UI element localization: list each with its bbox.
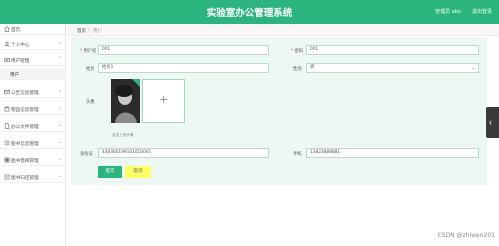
upload-hint: 点击上传头像 <box>112 133 134 137</box>
sidebar-item-items[interactable]: 物品信息管理 ⌄ <box>0 104 66 115</box>
chevron-down-icon: ⌄ <box>57 88 62 94</box>
current-user[interactable]: 管理员 abo <box>435 8 461 15</box>
chevron-down-icon: ⌄ <box>57 40 62 46</box>
logout-link[interactable]: 退出登录 <box>472 8 492 15</box>
return-icon <box>4 174 10 180</box>
sidebar-item-label: 图书归还管理 <box>11 176 39 181</box>
notice-icon <box>4 89 10 95</box>
sidebar-item-return[interactable]: 图书归还管理 ⌄ <box>0 172 66 183</box>
account-field[interactable]: 001 <box>98 45 269 55</box>
submit-button[interactable]: 提交 <box>98 166 122 178</box>
sidebar-item-label: 用户 <box>10 73 20 78</box>
collapse-tab[interactable]: ‹ <box>486 107 499 138</box>
sidebar-item-books[interactable]: 图书信息管理 ⌄ <box>0 138 66 149</box>
sidebar-item-label: 公告信息管理 <box>11 91 39 96</box>
sidebar-item-files[interactable]: 办公文件管理 ⌄ <box>0 121 66 132</box>
sidebar-item-label: 首页 <box>11 28 21 33</box>
sidebar-item-profile[interactable]: 个人中心 ⌄ <box>0 39 66 50</box>
breadcrumb-separator: / <box>88 28 90 33</box>
id-card-field[interactable]: 440300199101010001 <box>98 148 269 158</box>
sidebar-item-home[interactable]: 首页 <box>0 24 66 35</box>
book-icon <box>4 140 10 146</box>
chevron-down-icon: ⌄ <box>57 156 62 162</box>
users-icon <box>4 57 10 63</box>
box-icon <box>4 106 10 112</box>
gender-select-value: 男 <box>310 65 315 70</box>
breadcrumb: 首页 / 用户 <box>67 24 499 36</box>
phone-label: 手机 <box>293 152 302 157</box>
chevron-down-icon: ⌄ <box>57 173 62 179</box>
sidebar-item-label: 用户管理 <box>11 59 30 64</box>
top-header: 实验室办公管理系统 管理员 abo 退出登录 <box>0 0 499 24</box>
chevron-down-icon: ⌄ <box>57 139 62 145</box>
sidebar-item-label: 图书借阅管理 <box>11 159 39 164</box>
avatar-label: 头像 <box>86 100 95 105</box>
chevron-up-icon: ⌃ <box>57 56 62 62</box>
grid-icon <box>4 157 10 163</box>
watermark: CSDN @zhiwen201 <box>437 232 496 239</box>
password-label: * 密码 <box>291 49 304 54</box>
sidebar-item-label: 办公文件管理 <box>11 125 39 130</box>
file-icon <box>4 123 10 129</box>
upload-success-badge <box>132 79 140 87</box>
sidebar-item-user-mgmt[interactable]: 用户管理 ⌃ <box>0 55 66 66</box>
chevron-down-icon: ⌄ <box>57 105 62 111</box>
plus-icon: + <box>159 91 168 107</box>
chevron-down-icon: ⌄ <box>470 65 475 71</box>
phone-field[interactable]: 13823888881 <box>306 148 479 158</box>
breadcrumb-current: 用户 <box>93 29 102 34</box>
sidebar-item-label: 物品信息管理 <box>11 108 39 113</box>
home-icon <box>4 26 10 32</box>
sidebar-subitem-user[interactable]: 用户 <box>0 69 66 80</box>
user-icon <box>4 41 10 47</box>
password-field[interactable]: 001 <box>306 45 479 55</box>
breadcrumb-home[interactable]: 首页 <box>77 28 86 34</box>
chevron-down-icon: ⌄ <box>57 122 62 128</box>
chevron-left-icon: ‹ <box>489 117 492 127</box>
sidebar: 首页 个人中心 ⌄ 用户管理 ⌃ 用户 公告信息管理 ⌄ 物品信息管理 ⌄ 办公… <box>0 24 66 246</box>
avatar-upload-button[interactable]: + <box>142 79 185 123</box>
sidebar-item-announcement[interactable]: 公告信息管理 ⌄ <box>0 87 66 98</box>
gender-select[interactable]: 男 ⌄ <box>306 63 479 73</box>
account-label: * 用户名 <box>80 49 97 54</box>
id-card-label: 身份证 <box>80 152 93 157</box>
sidebar-item-borrow[interactable]: 图书借阅管理 ⌄ <box>0 155 66 166</box>
name-field[interactable]: 姓名1 <box>98 63 269 73</box>
name-label: 姓名 <box>86 67 95 72</box>
app-title: 实验室办公管理系统 <box>206 8 293 19</box>
cancel-button[interactable]: 取消 <box>125 166 151 178</box>
sidebar-item-label: 个人中心 <box>11 43 30 48</box>
sidebar-item-label: 图书信息管理 <box>11 142 39 147</box>
gender-label: 性别 <box>293 67 302 72</box>
avatar-image[interactable] <box>111 79 140 123</box>
